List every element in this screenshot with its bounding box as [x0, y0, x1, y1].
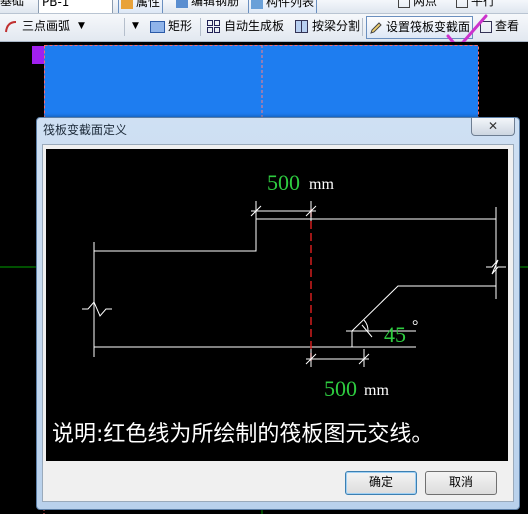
edit-rebar-button[interactable]: 编辑钢筋	[176, 0, 239, 12]
dialog-title: 筏板变截面定义	[43, 123, 128, 137]
arc-icon	[5, 20, 17, 32]
rectangle-label: 矩形	[168, 19, 193, 33]
top-dim-unit: mm	[309, 176, 334, 193]
axis-icon	[398, 0, 410, 8]
chevron-down-icon: ▼	[132, 21, 139, 31]
attribute-label: 属性	[136, 0, 161, 9]
top-dim-value: 500	[267, 170, 300, 195]
split-by-beam-label: 按梁分割	[312, 19, 361, 33]
close-button[interactable]: ✕	[471, 118, 515, 136]
auto-generate-slab-label: 自动生成板	[224, 19, 285, 33]
section-diagram-svg: 500 mm 500 mm 45 ° 说明:红色线为所绘制的筏板图元交线。	[52, 170, 506, 447]
edit-rebar-icon	[176, 0, 188, 8]
more-dropdown-arrow[interactable]: ▼	[132, 16, 139, 37]
list-icon	[251, 0, 263, 9]
component-combo[interactable]: PB-1	[38, 0, 113, 13]
pencil-icon	[370, 21, 382, 34]
edit-rebar-label: 编辑钢筋	[191, 0, 240, 8]
variable-section-dialog: 筏板变截面定义 ✕ 500 mm 500 mm 45 ° 说明:红色线为所绘制的…	[36, 117, 520, 510]
parallel-icon	[456, 0, 468, 8]
rectangle-icon	[150, 20, 165, 33]
grid-icon	[207, 20, 220, 33]
three-point-arc-button[interactable]: 三点画弧 ▼	[4, 16, 85, 37]
auto-generate-slab-button[interactable]: 自动生成板	[207, 16, 284, 37]
split-by-beam-button[interactable]: 按梁分割	[295, 16, 360, 37]
separator	[200, 18, 201, 36]
bottom-dim-unit: mm	[364, 382, 389, 399]
component-list-label: 构件列表	[266, 0, 315, 9]
ok-button[interactable]: 确定	[345, 471, 417, 495]
component-combo-value: PB-1	[42, 0, 70, 9]
diagram-note: 说明:红色线为所绘制的筏板图元交线。	[52, 422, 433, 447]
chevron-down-icon[interactable]: ▼	[78, 16, 85, 37]
angle-unit: °	[412, 318, 418, 335]
separator	[124, 18, 125, 36]
two-point-label: 两点	[413, 0, 438, 8]
slope-outline	[351, 285, 496, 347]
angle-value: 45	[384, 322, 406, 347]
bottom-dim-value: 500	[324, 376, 357, 401]
attribute-button[interactable]: 属性	[118, 0, 164, 13]
component-list-button[interactable]: 构件列表	[248, 0, 318, 13]
section-diagram: 500 mm 500 mm 45 ° 说明:红色线为所绘制的筏板图元交线。	[46, 149, 508, 461]
dialog-panel: 500 mm 500 mm 45 ° 说明:红色线为所绘制的筏板图元交线。 确定…	[42, 144, 514, 502]
three-point-arc-label: 三点画弧	[22, 19, 71, 33]
slab-top-outline	[93, 207, 497, 347]
split-icon	[295, 20, 308, 33]
cancel-button[interactable]: 取消	[425, 471, 497, 495]
two-point-axis-button[interactable]: 两点	[398, 0, 437, 12]
attribute-icon	[121, 0, 133, 9]
left-break-symbol	[82, 301, 112, 317]
close-icon: ✕	[487, 119, 499, 133]
floor-fragment-label: 基础	[0, 0, 25, 8]
rectangle-button[interactable]: 矩形	[150, 16, 192, 37]
separator	[362, 18, 363, 36]
